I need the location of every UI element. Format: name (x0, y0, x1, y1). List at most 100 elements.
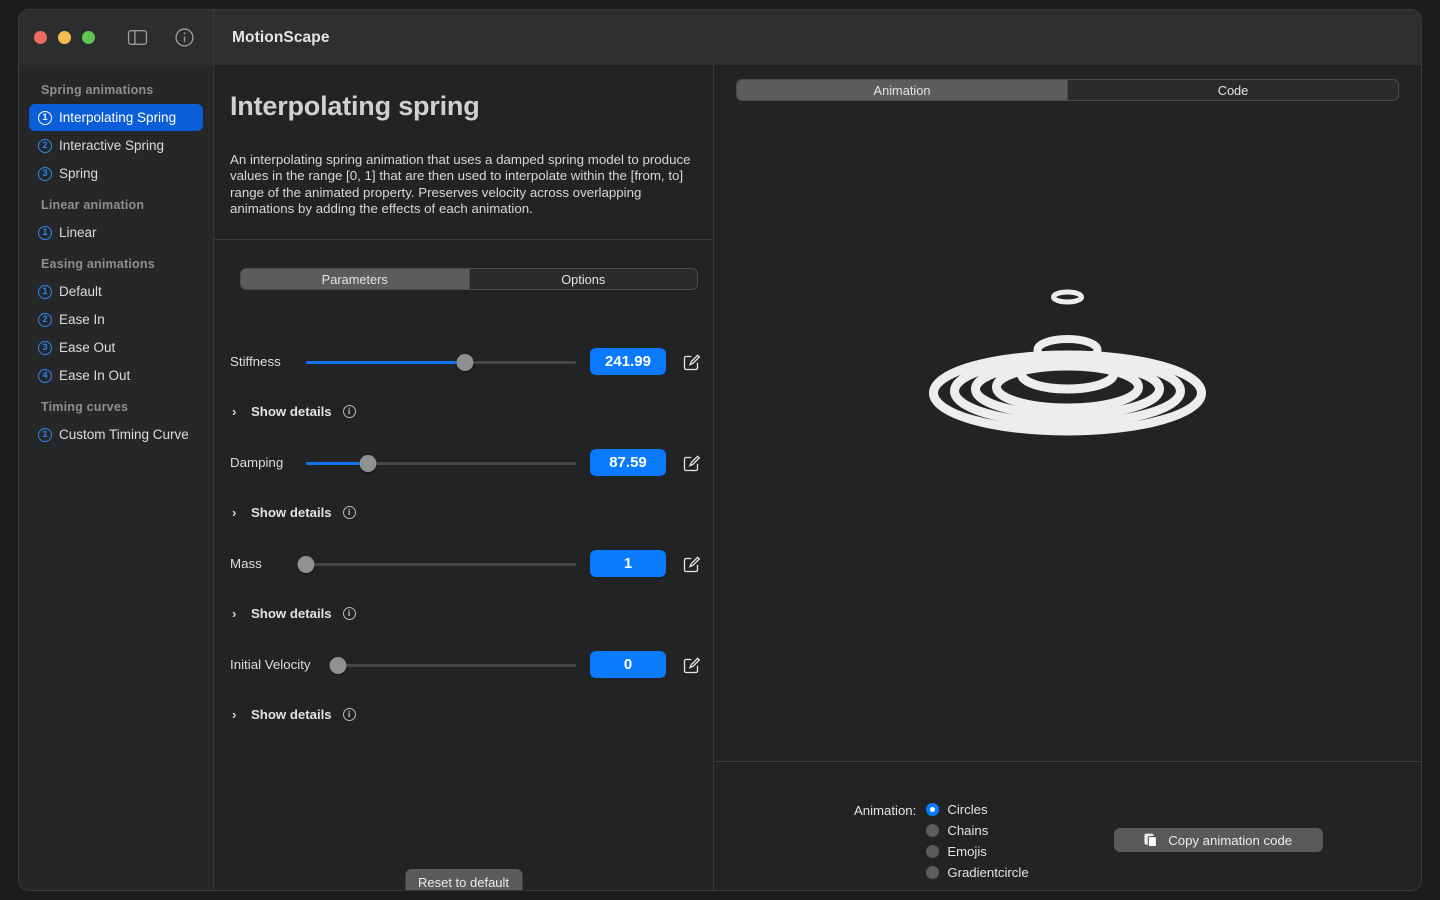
window-body: Spring animations 1 Interpolating Spring… (19, 65, 1421, 890)
info-icon[interactable] (174, 27, 195, 48)
radio-option-chains[interactable]: Chains (926, 823, 1028, 838)
sidebar-item-badge: 2 (38, 312, 52, 327)
sidebar-item-ease-in-out[interactable]: 4 Ease In Out (29, 362, 203, 389)
sidebar-item-badge: 3 (38, 166, 52, 181)
chevron-right-icon: › (232, 404, 237, 420)
sidebar-item-label: Custom Timing Curve (59, 427, 189, 442)
description-text: An interpolating spring animation that u… (230, 152, 691, 216)
tab-animation[interactable]: Animation (737, 80, 1067, 100)
show-details-label: Show details (251, 505, 332, 521)
info-icon[interactable]: i (342, 708, 356, 722)
tab-options[interactable]: Options (468, 269, 698, 290)
stiffness-slider[interactable] (306, 352, 576, 372)
chevron-right-icon: › (232, 606, 237, 622)
radio-label: Emojis (947, 844, 987, 859)
slider-thumb[interactable] (329, 656, 347, 674)
sidebar-item-default[interactable]: 1 Default (29, 278, 203, 305)
sidebar-item-ease-out[interactable]: 3 Ease Out (29, 334, 203, 361)
animation-type-radio-group: Circles Chains Emojis Gradientcircle (926, 802, 1029, 880)
sidebar-item-label: Ease In (59, 312, 105, 327)
radio-label: Gradientcircle (947, 865, 1029, 880)
mass-value[interactable]: 1 (590, 550, 666, 578)
sidebar-item-label: Ease In Out (59, 368, 131, 383)
mass-slider[interactable] (297, 554, 576, 574)
chevron-right-icon: › (232, 505, 237, 521)
damping-value[interactable]: 87.59 (590, 449, 666, 477)
sidebar-item-linear[interactable]: 1 Linear (29, 219, 203, 246)
slider-thumb[interactable] (297, 555, 315, 573)
sidebar: Spring animations 1 Interpolating Spring… (19, 65, 214, 890)
edit-icon[interactable] (683, 656, 701, 674)
copy-animation-code-button[interactable]: Copy animation code (1113, 828, 1323, 852)
sidebar-group: Timing curves 1 Custom Timing Curve (29, 390, 203, 448)
parameter-row-mass: Mass 1 (226, 550, 701, 578)
show-details-mass[interactable]: › Show details i (226, 606, 701, 621)
sidebar-item-custom-timing-curve[interactable]: 1 Custom Timing Curve (29, 421, 203, 448)
sidebar-group: Spring animations 1 Interpolating Spring… (29, 73, 203, 187)
edit-icon[interactable] (683, 454, 701, 472)
titlebar-left (19, 10, 214, 65)
sidebar-item-ease-in[interactable]: 2 Ease In (29, 306, 203, 333)
zoom-button[interactable] (82, 31, 95, 44)
initial-velocity-value[interactable]: 0 (590, 651, 666, 679)
preview-controls: Animation: Circles Chains Emojis Gradien… (714, 761, 1421, 890)
show-details-stiffness[interactable]: › Show details i (226, 404, 701, 419)
sidebar-item-spring[interactable]: 3 Spring (29, 160, 203, 187)
sidebar-item-badge: 2 (38, 138, 52, 153)
edit-icon[interactable] (683, 353, 701, 371)
sidebar-toggle-icon[interactable] (127, 27, 148, 48)
sidebar-item-badge: 1 (38, 225, 52, 240)
copy-button-label: Copy animation code (1168, 832, 1293, 848)
sidebar-item-interactive-spring[interactable]: 2 Interactive Spring (29, 132, 203, 159)
radio-icon[interactable] (926, 866, 940, 879)
slider-thumb[interactable] (456, 353, 474, 371)
sidebar-item-badge: 4 (38, 368, 52, 383)
damping-slider[interactable] (306, 453, 576, 473)
parameter-row-stiffness: Stiffness 241.99 (226, 348, 701, 376)
app-title: MotionScape (232, 28, 330, 46)
sidebar-group-title: Easing animations (41, 257, 155, 271)
radio-option-emojis[interactable]: Emojis (926, 844, 1028, 859)
radio-icon[interactable] (926, 845, 940, 858)
sidebar-item-badge: 3 (38, 340, 52, 355)
chevron-right-icon: › (232, 707, 237, 723)
info-icon[interactable]: i (342, 607, 356, 621)
show-details-damping[interactable]: › Show details i (226, 505, 701, 520)
sidebar-item-interpolating-spring[interactable]: 1 Interpolating Spring (29, 104, 203, 131)
stiffness-value[interactable]: 241.99 (590, 348, 666, 376)
sidebar-item-badge: 1 (38, 284, 52, 299)
titlebar-icons (127, 27, 195, 48)
sidebar-group-title: Timing curves (41, 400, 129, 414)
info-icon[interactable]: i (342, 506, 356, 520)
radio-icon[interactable] (926, 824, 940, 837)
show-details-initial-velocity[interactable]: › Show details i (226, 707, 701, 722)
minimize-button[interactable] (58, 31, 71, 44)
initial-velocity-slider[interactable] (329, 655, 576, 675)
parameter-label: Initial Velocity (230, 657, 311, 673)
slider-thumb[interactable] (359, 454, 377, 472)
tab-parameters[interactable]: Parameters (241, 269, 469, 290)
sidebar-group-title: Linear animation (41, 198, 145, 212)
radio-option-gradientcircle[interactable]: Gradientcircle (926, 865, 1029, 880)
sidebar-item-label: Spring (59, 166, 99, 181)
close-button[interactable] (34, 31, 47, 44)
preview-tabs: Animation Code (736, 79, 1399, 101)
slider-track (306, 562, 576, 566)
page-title: Interpolating spring (230, 91, 480, 121)
tab-code[interactable]: Code (1067, 80, 1398, 100)
title-bar: MotionScape (19, 10, 1421, 65)
sidebar-group: Easing animations 1 Default 2 Ease In 3 … (29, 247, 203, 389)
reset-to-default-button[interactable]: Reset to default (404, 869, 523, 890)
sidebar-group: Linear animation 1 Linear (29, 188, 203, 246)
animation-type-label: Animation: (854, 803, 917, 818)
info-icon[interactable]: i (342, 405, 356, 419)
edit-icon[interactable] (683, 555, 701, 573)
radio-icon[interactable] (926, 803, 940, 816)
sidebar-item-badge: 1 (38, 427, 52, 442)
parameters-section: Parameters Options Stiffness 241.99 › Sh… (214, 240, 713, 890)
radio-option-circles[interactable]: Circles (926, 802, 1028, 817)
sidebar-item-label: Default (59, 284, 102, 299)
radio-label: Circles (947, 802, 988, 817)
circles-animation-preview (929, 289, 1206, 436)
description-box: Interpolating spring An interpolating sp… (214, 65, 713, 241)
